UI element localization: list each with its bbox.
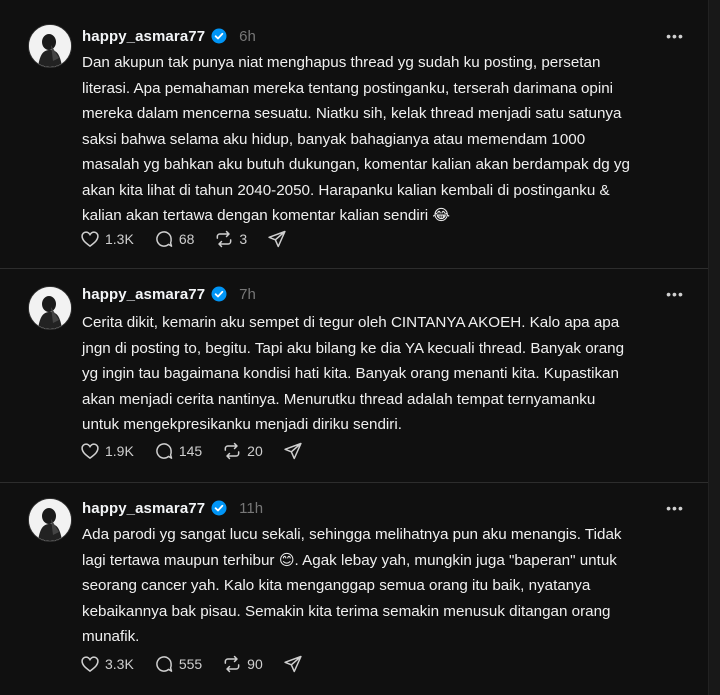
repost-count: 20 — [247, 443, 263, 459]
share-button[interactable] — [283, 654, 303, 674]
repost-icon — [216, 230, 232, 248]
post-header: happy_asmara77 6h — [82, 26, 256, 46]
post: happy_asmara77 11h ••• Ada parodi yg san… — [0, 482, 709, 695]
post-actions: 1.3K 68 3 — [80, 228, 307, 250]
reply-button[interactable]: 555 — [154, 654, 202, 674]
username[interactable]: happy_asmara77 — [82, 28, 205, 45]
repost-button[interactable]: 20 — [222, 441, 263, 461]
thread-feed: happy_asmara77 6h ••• Dan akupun tak pun… — [0, 0, 720, 695]
avatar[interactable] — [28, 286, 72, 330]
scrollbar[interactable] — [708, 0, 720, 695]
comment-icon — [156, 443, 173, 459]
verified-icon — [211, 286, 227, 302]
repost-count: 90 — [247, 656, 263, 672]
repost-count: 3 — [239, 231, 248, 247]
username[interactable]: happy_asmara77 — [82, 286, 205, 303]
share-icon — [284, 655, 302, 673]
share-icon — [268, 230, 286, 248]
reply-count: 68 — [178, 231, 195, 247]
comment-icon — [156, 231, 173, 247]
more-icon[interactable]: ••• — [663, 284, 687, 304]
repost-icon — [224, 442, 240, 460]
post-time: 6h — [239, 27, 256, 45]
post-actions: 1.9K 145 20 — [80, 440, 323, 462]
like-count: 1.9K — [105, 443, 134, 459]
more-icon[interactable]: ••• — [663, 26, 687, 46]
like-count: 1.3K — [105, 231, 134, 247]
repost-button[interactable]: 90 — [222, 654, 263, 674]
post-text: Cerita dikit, kemarin aku sempet di tegu… — [82, 314, 625, 433]
repost-button[interactable]: 3 — [214, 229, 247, 249]
heart-icon — [81, 231, 99, 248]
post-header: happy_asmara77 7h — [82, 284, 256, 304]
like-button[interactable]: 3.3K — [80, 654, 134, 674]
username[interactable]: happy_asmara77 — [82, 500, 205, 517]
reply-button[interactable]: 145 — [154, 441, 202, 461]
post: happy_asmara77 6h ••• Dan akupun tak pun… — [0, 0, 709, 269]
avatar[interactable] — [28, 24, 72, 68]
like-count: 3.3K — [105, 656, 134, 672]
post-time: 11h — [239, 499, 264, 517]
post-text: Ada parodi yg sangat lucu sekali, sehing… — [82, 526, 622, 645]
comment-icon — [156, 656, 173, 672]
share-button[interactable] — [267, 229, 287, 249]
repost-icon — [224, 655, 240, 673]
share-button[interactable] — [283, 441, 303, 461]
verified-icon — [211, 28, 227, 44]
reply-button[interactable]: 68 — [154, 229, 195, 249]
post: happy_asmara77 7h ••• Cerita dikit, kema… — [0, 268, 709, 483]
more-icon[interactable]: ••• — [663, 498, 687, 518]
verified-icon — [211, 500, 227, 516]
post-actions: 3.3K 555 90 — [80, 653, 323, 675]
post-header: happy_asmara77 11h — [82, 498, 263, 518]
like-button[interactable]: 1.3K — [80, 229, 134, 249]
like-button[interactable]: 1.9K — [80, 441, 134, 461]
share-icon — [284, 442, 302, 460]
post-text: Dan akupun tak punya niat menghapus thre… — [82, 54, 630, 224]
reply-count: 555 — [178, 656, 203, 672]
heart-icon — [81, 443, 99, 460]
reply-count: 145 — [178, 443, 203, 459]
post-time: 7h — [239, 285, 256, 303]
avatar[interactable] — [28, 498, 72, 542]
heart-icon — [81, 656, 99, 673]
